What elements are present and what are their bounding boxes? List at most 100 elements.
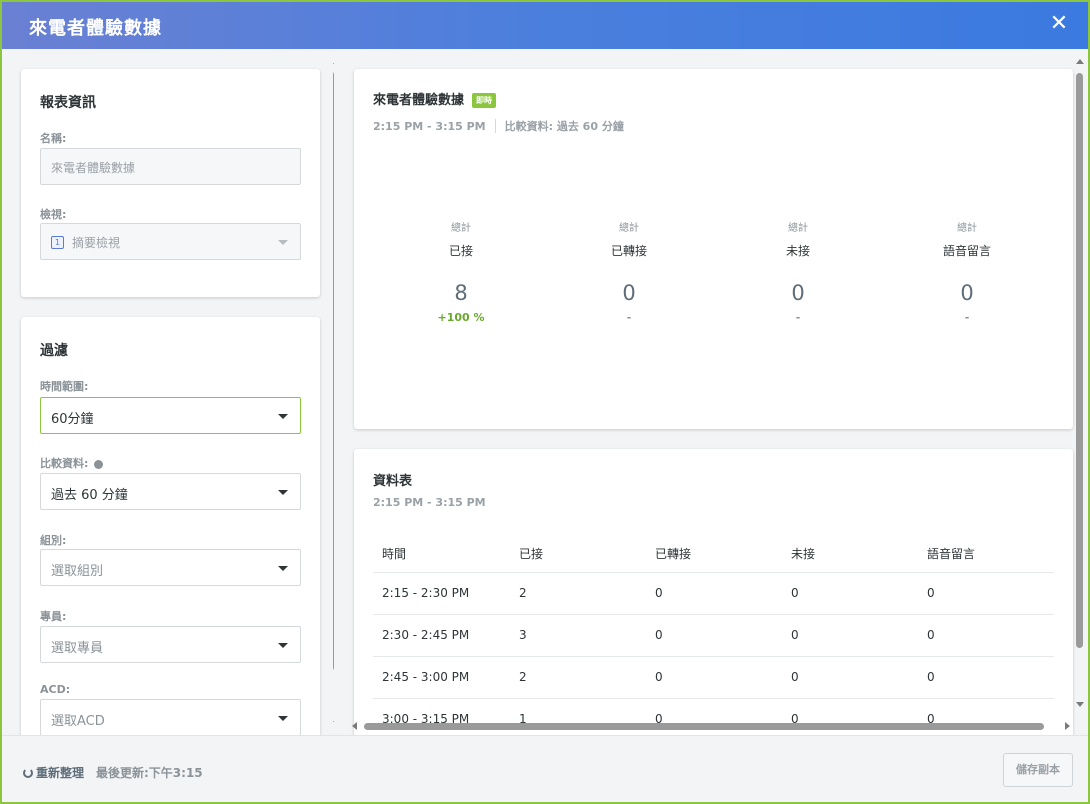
stat-caption: 總計	[619, 223, 639, 234]
time-range-label: 時間範圍:	[40, 380, 89, 393]
caret-down-icon	[278, 643, 288, 648]
left-scroll-thumb[interactable]	[333, 71, 334, 671]
filters-card: 過濾 時間範圍: 60分鐘 比較資料: 過去 60 分鐘 組別: 選取組別 專員…	[21, 317, 320, 735]
dialog-title: 來電者體驗數據	[29, 18, 162, 39]
caret-down-icon	[278, 414, 288, 419]
filters-heading: 過濾	[40, 343, 68, 359]
refresh-label: 重新整理	[36, 766, 85, 780]
summary-subtitle: 2:15 PM - 3:15 PM 比較資料: 過去 60 分鐘	[373, 115, 624, 134]
scroll-down-arrow-icon[interactable]	[1076, 702, 1084, 707]
table-row: 2:30 - 2:45 PM 3 0 0 0	[373, 614, 1054, 657]
horizontal-scroll-thumb[interactable]	[364, 723, 1044, 730]
name-label: 名稱:	[40, 132, 67, 145]
summary-title-row: 來電者體驗數據 即時	[373, 89, 497, 108]
view-select: 1 摘要檢視	[40, 223, 301, 260]
caret-down-icon	[278, 566, 288, 571]
column-header: 已接	[510, 536, 646, 573]
results-panel: 來電者體驗數據 即時 2:15 PM - 3:15 PM 比較資料: 過去 60 分…	[342, 49, 1086, 735]
table-cell: 0	[646, 656, 782, 699]
stat-transferred: 總計 已轉接 0 -	[545, 219, 713, 324]
table-cell: 2	[510, 656, 646, 699]
summary-compare: 比較資料: 過去 60 分鐘	[504, 120, 624, 133]
data-table-time-range: 2:15 PM - 3:15 PM	[373, 496, 486, 509]
divider	[494, 118, 496, 133]
report-info-heading: 報表資訊	[40, 95, 96, 111]
acd-placeholder: 選取ACD	[51, 714, 105, 729]
stat-answered: 總計 已接 8 +100 %	[377, 219, 545, 324]
right-scrollbar[interactable]	[1075, 57, 1085, 707]
agent-placeholder: 選取專員	[51, 641, 104, 656]
stat-caption: 總計	[788, 223, 808, 234]
column-header: 語音留言	[918, 536, 1054, 573]
report-dialog: 來電者體驗數據 ✕ 報表資訊 名稱: 來電者體驗數據 檢視: 1 摘要檢視 過濾 …	[0, 0, 1090, 804]
stat-name: 未接	[785, 244, 810, 258]
table-row: 2:15 - 2:30 PM 2 0 0 0	[373, 572, 1054, 615]
summary-time-range: 2:15 PM - 3:15 PM	[373, 120, 486, 133]
table-cell: 0	[646, 572, 782, 615]
view-label: 檢視:	[40, 208, 67, 221]
data-table: 時間 已接 已轉接 未接 語音留言 2:15 - 2:30 PM 2 0 0 0	[373, 536, 1054, 735]
acd-select[interactable]: 選取ACD	[40, 699, 301, 735]
data-table-card: 資料表 2:15 PM - 3:15 PM 時間 已接 已轉接 未接 語音留言 …	[354, 449, 1073, 735]
table-cell: 2:45 - 3:00 PM	[373, 656, 510, 699]
table-cell: 0	[918, 572, 1054, 615]
left-scrollbar[interactable]	[332, 57, 334, 729]
view-value: 摘要檢視	[72, 236, 121, 250]
right-scroll-thumb[interactable]	[1076, 73, 1083, 648]
scroll-down-arrow-icon[interactable]	[333, 721, 334, 726]
scroll-right-arrow-icon[interactable]	[1065, 722, 1070, 730]
save-copy-button[interactable]: 儲存副本	[1003, 753, 1073, 787]
summary-card: 來電者體驗數據 即時 2:15 PM - 3:15 PM 比較資料: 過去 60 分…	[354, 69, 1073, 429]
column-header: 時間	[373, 536, 510, 573]
column-header: 已轉接	[646, 536, 782, 573]
report-name-field: 來電者體驗數據	[40, 148, 301, 185]
group-select[interactable]: 選取組別	[40, 549, 301, 586]
table-cell: 0	[782, 614, 918, 657]
right-horizontal-scrollbar[interactable]	[350, 721, 1080, 731]
stat-delta: -	[795, 311, 801, 324]
stat-value: 0	[791, 281, 805, 305]
report-name-value: 來電者體驗數據	[51, 161, 136, 175]
stat-voicemail: 總計 語音留言 0 -	[883, 219, 1051, 324]
scroll-up-arrow-icon[interactable]	[333, 59, 334, 64]
table-cell: 2	[510, 572, 646, 615]
scroll-up-arrow-icon[interactable]	[1076, 59, 1084, 64]
time-range-select[interactable]: 60分鐘	[40, 397, 301, 434]
stat-name: 已接	[448, 244, 473, 258]
caret-down-icon	[278, 240, 288, 245]
info-icon[interactable]	[94, 459, 104, 469]
stat-delta: -	[964, 311, 970, 324]
stat-delta: -	[626, 311, 632, 324]
table-header-row: 時間 已接 已轉接 未接 語音留言	[373, 536, 1054, 573]
compare-select[interactable]: 過去 60 分鐘	[40, 473, 301, 510]
stat-missed: 總計 未接 0 -	[714, 219, 882, 324]
table-row: 2:45 - 3:00 PM 2 0 0 0	[373, 656, 1054, 699]
settings-panel: 報表資訊 名稱: 來電者體驗數據 檢視: 1 摘要檢視 過濾 時間範圍: 60分鐘…	[2, 49, 334, 735]
caret-down-icon	[278, 490, 288, 495]
stat-value: 8	[454, 281, 468, 305]
table-cell: 0	[646, 614, 782, 657]
compare-label-text: 比較資料:	[40, 457, 89, 470]
dialog-header: 來電者體驗數據 ✕	[2, 2, 1088, 49]
realtime-badge: 即時	[472, 93, 497, 108]
refresh-icon	[23, 768, 33, 778]
dialog-footer: 重新整理 最後更新:下午3:15 儲存副本	[2, 735, 1088, 802]
caret-down-icon	[278, 716, 288, 721]
table-cell: 0	[918, 656, 1054, 699]
data-table-title: 資料表	[373, 474, 413, 489]
stat-name: 語音留言	[942, 244, 991, 258]
table-cell: 0	[782, 656, 918, 699]
column-header: 未接	[782, 536, 918, 573]
stat-value: 0	[960, 281, 974, 305]
compare-label: 比較資料:	[40, 455, 104, 471]
summary-title: 來電者體驗數據	[373, 93, 465, 108]
close-icon[interactable]: ✕	[1048, 13, 1070, 35]
agent-select[interactable]: 選取專員	[40, 626, 301, 663]
report-info-card: 報表資訊 名稱: 來電者體驗數據 檢視: 1 摘要檢視	[21, 69, 320, 297]
time-range-value: 60分鐘	[51, 412, 94, 427]
scroll-left-arrow-icon[interactable]	[352, 722, 357, 730]
stat-name: 已轉接	[610, 244, 647, 258]
acd-label: ACD:	[40, 683, 71, 696]
refresh-button[interactable]: 重新整理	[23, 764, 84, 781]
group-placeholder: 選取組別	[51, 564, 104, 579]
